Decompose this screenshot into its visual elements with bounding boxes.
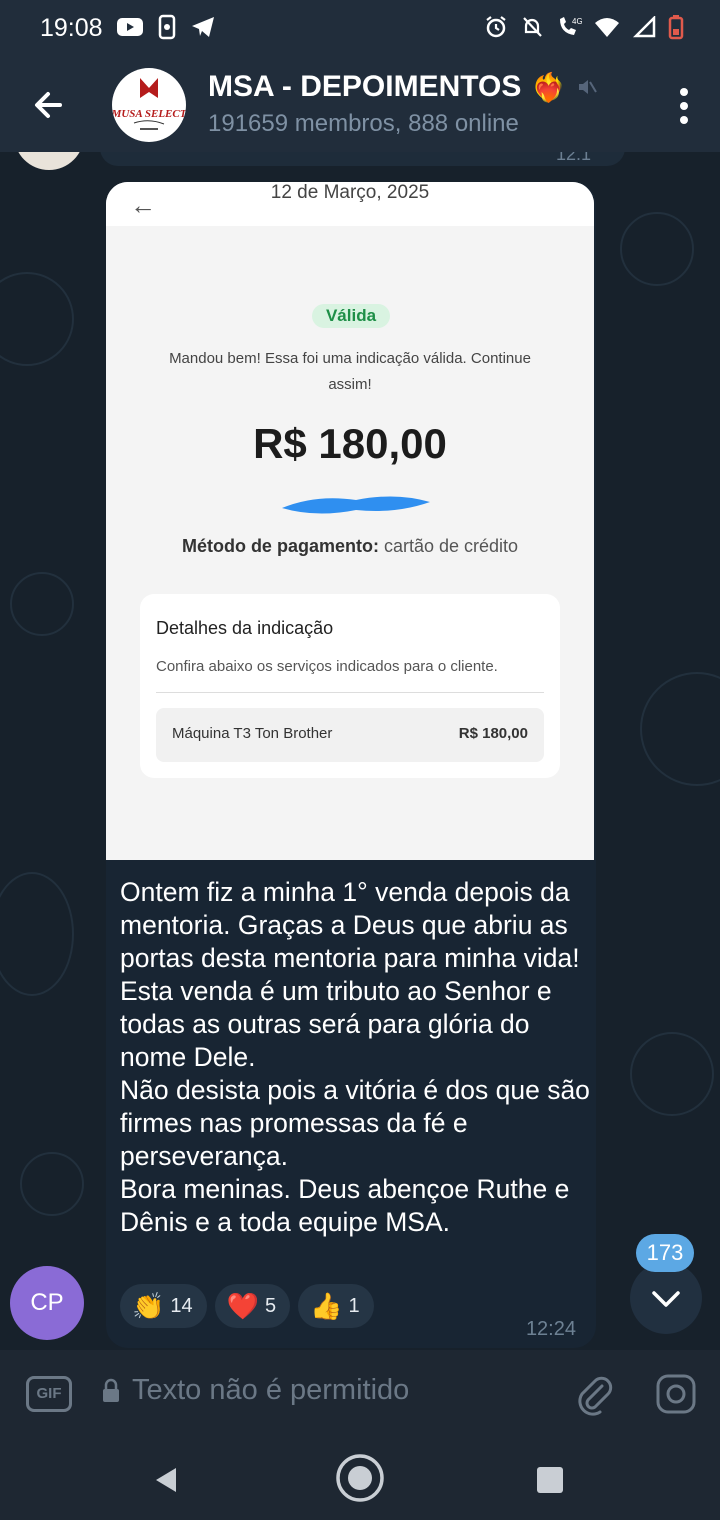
service-item-name: Máquina T3 Ton Brother <box>172 725 333 742</box>
alarm-icon <box>486 16 506 38</box>
nav-home-icon[interactable] <box>334 1452 386 1504</box>
message-text: Ontem fiz a minha 1° venda depois da men… <box>120 877 590 1237</box>
phone-sync-icon <box>158 14 176 40</box>
unread-count-badge[interactable]: 173 <box>636 1234 694 1272</box>
nav-back-icon[interactable] <box>150 1464 182 1496</box>
channel-title[interactable]: MSA - DEPOIMENTOS ❤️‍🔥 <box>208 70 598 104</box>
back-arrow-icon[interactable] <box>28 84 70 126</box>
volte-call-icon: 4G <box>560 17 582 35</box>
background-doodle <box>20 1152 84 1216</box>
heart-fire-emoji: ❤️‍🔥 <box>531 71 567 103</box>
status-left-icons <box>116 14 216 40</box>
channel-name: MSA - DEPOIMENTOS <box>208 70 522 103</box>
previous-sender-avatar[interactable] <box>14 152 84 170</box>
member-count: 191659 membros, 888 online <box>208 110 519 137</box>
payment-method-label: Método de pagamento: <box>181 536 379 556</box>
heart-emoji: ❤️ <box>226 1290 259 1321</box>
signal-icon <box>632 16 656 38</box>
background-doodle <box>630 1032 714 1116</box>
more-menu-icon[interactable] <box>678 86 690 126</box>
reaction-heart[interactable]: ❤️ 5 <box>214 1284 291 1328</box>
channel-avatar[interactable]: MUSA SELECT <box>112 68 186 142</box>
lock-icon <box>103 1378 119 1402</box>
input-bar: GIF Texto não é permitido <box>0 1350 720 1438</box>
scroll-down-button[interactable] <box>630 1262 702 1334</box>
battery-low-icon <box>668 15 684 40</box>
screenshot-description: Mandou bem! Essa foi uma indicação válid… <box>169 350 531 393</box>
svg-text:4G: 4G <box>572 17 582 26</box>
attach-icon[interactable] <box>574 1372 614 1416</box>
svg-text:MUSA SELECT: MUSA SELECT <box>112 108 186 120</box>
screenshot-topbar: ← 12 de Março, 2025 <box>106 182 594 226</box>
referral-details-card: Detalhes da indicação Confira abaixo os … <box>140 594 560 778</box>
wifi-icon <box>595 18 619 37</box>
screenshot-date: 12 de Março, 2025 <box>270 182 430 203</box>
redaction-scribble <box>282 496 430 514</box>
camera-icon[interactable] <box>654 1372 698 1416</box>
chat-header: MUSA SELECT MSA - DEPOIMENTOS ❤️‍🔥 19165… <box>0 56 720 152</box>
background-doodle <box>620 212 694 286</box>
details-subtitle: Confira abaixo os serviços indicados par… <box>156 658 498 675</box>
valid-status-badge: Válida <box>312 304 390 328</box>
reactions-row: 👏 14 ❤️ 5 👍 1 <box>120 1284 374 1328</box>
reaction-clap[interactable]: 👏 14 <box>120 1284 207 1328</box>
reaction-count: 5 <box>265 1294 277 1317</box>
muted-speaker-icon <box>579 80 598 94</box>
sender-avatar[interactable]: CP <box>10 1266 84 1340</box>
reaction-thumbs-up[interactable]: 👍 1 <box>298 1284 374 1328</box>
clap-emoji: 👏 <box>132 1290 165 1321</box>
background-doodle <box>10 572 74 636</box>
status-bar: 19:08 4G <box>0 0 720 56</box>
chat-area[interactable]: 12:1 ← 12 de Março, 2025 Válida Mandou b… <box>0 152 720 1350</box>
reaction-count: 1 <box>348 1294 360 1317</box>
service-item-row: Máquina T3 Ton Brother R$ 180,00 <box>156 708 544 762</box>
youtube-icon <box>117 18 143 36</box>
details-divider <box>156 692 544 693</box>
reaction-count: 14 <box>170 1294 193 1317</box>
mute-bell-icon <box>523 17 542 37</box>
system-nav-bar <box>0 1438 720 1520</box>
chevron-down-icon <box>652 1291 680 1307</box>
payment-amount: R$ 180,00 <box>253 420 447 467</box>
details-title: Detalhes da indicação <box>156 618 334 638</box>
nav-recents-icon[interactable] <box>536 1466 564 1494</box>
status-time: 19:08 <box>40 14 103 42</box>
message-input-disabled: Texto não é permitido <box>132 1374 410 1406</box>
status-right-icons: 4G <box>484 14 684 40</box>
background-doodle <box>0 272 74 366</box>
telegram-icon <box>192 17 214 37</box>
message-bubble[interactable]: ← 12 de Março, 2025 Válida Mandou bem! E… <box>106 182 596 1348</box>
previous-message-bubble[interactable] <box>100 152 625 166</box>
message-time: 12:24 <box>525 1318 576 1340</box>
musa-select-logo: MUSA SELECT <box>112 78 186 130</box>
payment-method: Método de pagamento: cartão de crédito <box>106 536 594 557</box>
previous-message-time: 12:1 <box>556 152 592 164</box>
background-doodle <box>0 872 74 996</box>
service-item-price: R$ 180,00 <box>458 725 528 742</box>
thumbs-up-emoji: 👍 <box>310 1290 343 1321</box>
payment-method-value: cartão de crédito <box>383 536 519 556</box>
gif-icon[interactable]: GIF <box>26 1376 72 1412</box>
attached-screenshot[interactable]: ← 12 de Março, 2025 Válida Mandou bem! E… <box>106 182 594 860</box>
background-doodle <box>640 672 720 786</box>
